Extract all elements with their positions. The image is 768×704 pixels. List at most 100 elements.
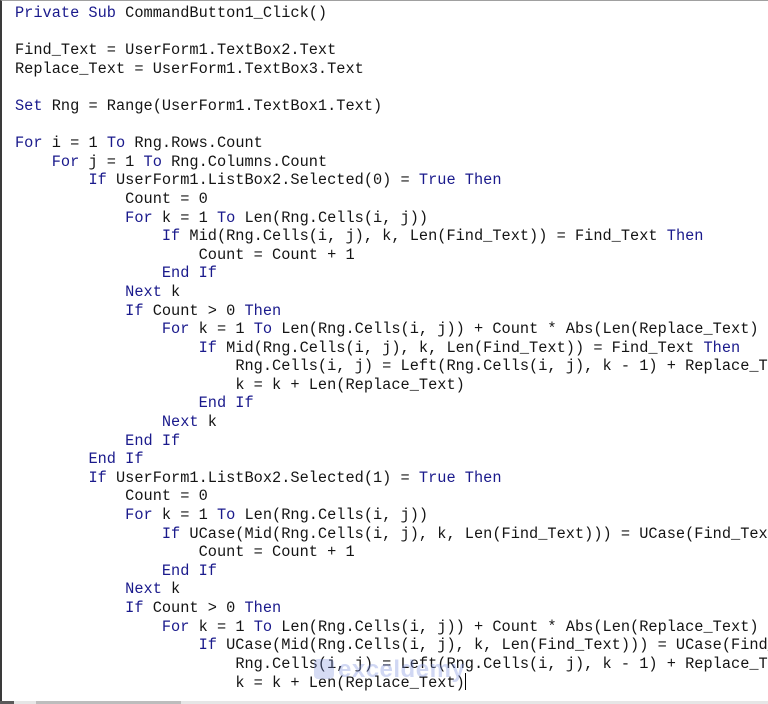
code-keyword: If <box>88 171 107 190</box>
code-keyword: End If <box>161 264 217 283</box>
code-text: Count = 0 <box>125 487 208 506</box>
code-keyword: True Then <box>418 468 502 487</box>
code-text: Replace_Text = UserForm1.TextBox3.Text <box>15 59 364 78</box>
code-line[interactable] <box>15 78 768 97</box>
code-text: Count > 0 <box>143 599 245 617</box>
code-text: UCase(Mid(Rng.Cells(i, j), k, Len(Find_T… <box>226 636 768 655</box>
code-keyword: Then <box>666 227 704 246</box>
code-line[interactable]: For j = 1 To Rng.Columns.Count <box>15 153 768 172</box>
code-keyword: For <box>161 320 190 339</box>
code-text: k = 1 <box>189 320 254 339</box>
code-keyword: If <box>198 636 217 655</box>
code-line[interactable]: For k = 1 To Len(Rng.Cells(i, j)) + Coun… <box>15 618 768 637</box>
code-keyword: To <box>253 617 273 636</box>
code-text: Count = Count + 1 <box>198 543 355 562</box>
code-line[interactable]: Private Sub CommandButton1_Click() <box>15 4 768 23</box>
code-line[interactable]: If UserForm1.ListBox2.Selected(1) = True… <box>15 469 768 488</box>
code-text: Find_Text = UserForm1.TextBox2.Text <box>15 41 337 60</box>
code-text: Mid(Rng.Cells(i, j), k, Len(Find_Text)) … <box>180 227 667 246</box>
code-line[interactable]: For k = 1 To Len(Rng.Cells(i, j)) <box>15 506 768 525</box>
code-line[interactable]: If Mid(Rng.Cells(i, j), k, Len(Find_Text… <box>15 227 768 246</box>
code-text: Len(Rng.Cells(i, j)) + Count * Abs(Len(R… <box>281 617 768 636</box>
code-line[interactable]: End If <box>15 562 768 581</box>
code-keyword: If <box>161 227 181 246</box>
code-line[interactable]: Count = 0 <box>15 487 768 506</box>
code-text: k = 1 <box>152 506 217 525</box>
code-line[interactable]: Next k <box>15 580 768 599</box>
code-line[interactable]: End If <box>15 394 768 413</box>
code-line[interactable]: For i = 1 To Rng.Rows.Count <box>15 134 768 153</box>
code-line[interactable]: Next k <box>15 283 768 302</box>
code-keyword: To <box>216 506 236 525</box>
code-line[interactable]: Count = Count + 1 <box>15 246 768 265</box>
code-line[interactable]: End If <box>15 450 768 469</box>
code-line[interactable]: Replace_Text = UserForm1.TextBox3.Text <box>15 60 768 79</box>
code-line[interactable]: Rng.Cells(i, j) = Left(Rng.Cells(i, j), … <box>15 357 768 376</box>
vba-code-editor[interactable]: Private Sub CommandButton1_Click() Find_… <box>0 0 768 702</box>
code-line[interactable]: Count = 0 <box>15 190 768 209</box>
code-line[interactable]: If Count > 0 Then <box>15 599 768 618</box>
code-line[interactable]: If UCase(Mid(Rng.Cells(i, j), k, Len(Fin… <box>15 525 768 544</box>
code-line[interactable]: k = k + Len(Replace_Text) <box>15 673 768 692</box>
code-line[interactable]: If UserForm1.ListBox2.Selected(0) = True… <box>15 171 768 190</box>
code-keyword: If <box>198 338 217 357</box>
code-line[interactable]: Set Rng = Range(UserForm1.TextBox1.Text) <box>15 97 768 116</box>
code-text: Len(Rng.Cells(i, j)) + Count * Abs(Len(R… <box>281 320 768 339</box>
code-line[interactable]: For k = 1 To Len(Rng.Cells(i, j)) <box>15 209 768 228</box>
code-line[interactable] <box>15 116 768 135</box>
code-keyword: End If <box>161 561 217 580</box>
code-keyword: For <box>51 152 80 171</box>
code-line[interactable]: Next k <box>15 413 768 432</box>
code-pane[interactable]: Private Sub CommandButton1_Click() Find_… <box>15 4 768 692</box>
code-line[interactable]: For k = 1 To Len(Rng.Cells(i, j)) + Coun… <box>15 320 768 339</box>
code-line[interactable]: If UCase(Mid(Rng.Cells(i, j), k, Len(Fin… <box>15 636 768 655</box>
code-keyword: To <box>253 320 273 339</box>
code-keyword: Then <box>244 301 282 320</box>
code-keyword: Next <box>125 282 162 301</box>
code-keyword: Next <box>125 580 162 599</box>
code-text: Rng.Cells(i, j) = Left(Rng.Cells(i, j), … <box>235 357 768 376</box>
code-text: k = k + Len(Replace_Text) <box>235 674 465 693</box>
code-text: Count > 0 <box>143 301 245 320</box>
code-keyword: To <box>143 152 162 171</box>
code-keyword: To <box>106 134 126 153</box>
code-line[interactable]: End If <box>15 264 768 283</box>
code-text: k = 1 <box>152 208 217 227</box>
code-line[interactable]: Find_Text = UserForm1.TextBox2.Text <box>15 41 768 60</box>
code-keyword: Next <box>161 413 199 432</box>
code-line[interactable]: Rng.Cells(i, j) = Left(Rng.Cells(i, j), … <box>15 655 768 674</box>
code-line[interactable] <box>15 23 768 42</box>
code-text: Rng = Range(UserForm1.TextBox1.Text) <box>42 96 383 115</box>
code-keyword: Then <box>244 599 282 617</box>
code-line[interactable]: If Count > 0 Then <box>15 302 768 321</box>
code-keyword: If <box>125 599 144 617</box>
code-line[interactable]: End If <box>15 432 768 451</box>
code-text: Count = Count + 1 <box>198 245 355 264</box>
code-line[interactable]: If Mid(Rng.Cells(i, j), k, Len(Find_Text… <box>15 339 768 358</box>
code-keyword: True Then <box>418 171 502 190</box>
code-line[interactable]: k = k + Len(Replace_Text) <box>15 376 768 395</box>
code-line[interactable]: Count = Count + 1 <box>15 543 768 562</box>
code-text: Len(Rng.Cells(i, j)) <box>235 208 429 227</box>
code-text: Mid(Rng.Cells(i, j), k, Len(Find_Text)) … <box>216 338 704 357</box>
code-keyword: For <box>161 617 190 636</box>
code-text: k <box>161 580 181 599</box>
code-text: Len(Rng.Cells(i, j)) <box>235 506 429 525</box>
